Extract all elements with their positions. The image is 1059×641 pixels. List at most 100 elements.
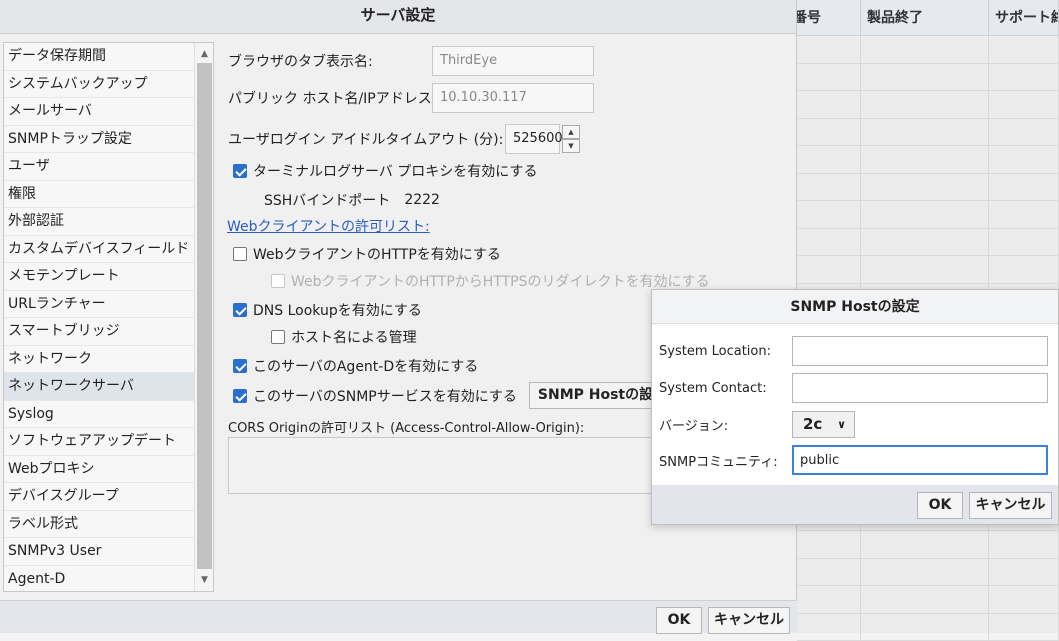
table-cell — [989, 64, 1059, 91]
snmp-cancel-button[interactable]: キャンセル — [969, 492, 1052, 519]
contact-row: System Contact: — [659, 373, 1048, 403]
table-row[interactable] — [797, 614, 1059, 641]
table-cell — [797, 174, 861, 201]
public-host-input[interactable]: 10.10.30.117 — [432, 83, 594, 113]
community-input[interactable]: public — [792, 445, 1048, 475]
snmp-ok-button[interactable]: OK — [917, 492, 963, 519]
snmp-dialog-footer: OK キャンセル — [652, 485, 1058, 524]
sidebar-item[interactable]: ユーザ — [4, 153, 194, 181]
table-cell — [797, 91, 861, 118]
scroll-thumb[interactable] — [197, 63, 212, 569]
table-cell — [861, 201, 989, 228]
sidebar-item[interactable]: 外部認証 — [4, 208, 194, 236]
table-row[interactable] — [797, 559, 1059, 587]
table-cell — [797, 146, 861, 173]
sidebar-item[interactable]: 権限 — [4, 181, 194, 209]
settings-sidebar: データ保存期間システムバックアップメールサーバSNMPトラップ設定ユーザ権限外部… — [3, 42, 214, 592]
web-http-row: WebクライアントのHTTPを有効にする — [233, 244, 501, 264]
sidebar-item[interactable]: Agent-D — [4, 566, 194, 593]
sidebar-item[interactable]: データ保存期間 — [4, 43, 194, 71]
scroll-down-icon[interactable]: ▼ — [195, 571, 214, 589]
table-cell — [989, 229, 1059, 256]
sidebar-item[interactable]: ソフトウェアアップデート — [4, 428, 194, 456]
cancel-button[interactable]: キャンセル — [708, 607, 790, 634]
sidebar-item[interactable]: Webプロキシ — [4, 456, 194, 484]
idle-timeout-stepper[interactable]: ▲ ▼ — [562, 125, 580, 153]
location-input[interactable] — [792, 336, 1048, 366]
sidebar-list: データ保存期間システムバックアップメールサーバSNMPトラップ設定ユーザ権限外部… — [4, 43, 213, 592]
agent-d-row: このサーバのAgent-Dを有効にする — [233, 356, 478, 376]
column-header-support-end[interactable]: サポート終 — [989, 0, 1059, 36]
sidebar-scrollbar[interactable]: ▲ ▼ — [194, 43, 213, 591]
stepper-up-icon[interactable]: ▲ — [562, 125, 580, 139]
table-row[interactable] — [797, 201, 1059, 229]
ssh-port-label: SSHバインドポート — [264, 190, 390, 210]
sidebar-item[interactable]: SNMPv3 User — [4, 538, 194, 566]
tab-name-input[interactable]: ThirdEye — [432, 46, 594, 76]
public-host-label: パブリック ホスト名/IPアドレス: — [228, 88, 432, 108]
table-row[interactable] — [797, 36, 1059, 64]
table-row[interactable] — [797, 64, 1059, 92]
sidebar-item[interactable]: ラベル形式 — [4, 511, 194, 539]
table-cell — [989, 256, 1059, 283]
location-row: System Location: — [659, 336, 1048, 366]
table-cell — [797, 256, 861, 283]
table-cell — [989, 146, 1059, 173]
table-row[interactable] — [797, 229, 1059, 257]
table-cell — [861, 531, 989, 558]
sidebar-item[interactable]: デバイスグループ — [4, 483, 194, 511]
agent-d-checkbox[interactable] — [233, 359, 247, 373]
table-row[interactable] — [797, 531, 1059, 559]
sidebar-item[interactable]: Syslog — [4, 401, 194, 429]
contact-input[interactable] — [792, 373, 1048, 403]
sidebar-item[interactable]: システムバックアップ — [4, 71, 194, 99]
table-cell — [989, 531, 1059, 558]
sidebar-item[interactable]: カスタムデバイスフィールド — [4, 236, 194, 264]
table-row[interactable] — [797, 146, 1059, 174]
version-value: 2c — [803, 415, 822, 433]
table-cell — [861, 614, 989, 641]
terminal-proxy-checkbox[interactable] — [233, 164, 247, 178]
dns-lookup-checkbox[interactable] — [233, 303, 247, 317]
table-cell — [861, 586, 989, 613]
web-redirect-checkbox — [271, 274, 285, 288]
community-row: SNMPコミュニティ: public — [659, 445, 1048, 475]
sidebar-item[interactable]: メモテンプレート — [4, 263, 194, 291]
scroll-up-icon[interactable]: ▲ — [195, 45, 214, 63]
hostname-mgmt-checkbox[interactable] — [271, 330, 285, 344]
snmp-dialog-body: System Location: System Contact: バージョン: … — [652, 325, 1058, 485]
table-cell — [861, 174, 989, 201]
column-header-eol[interactable]: 製品終了 — [861, 0, 989, 36]
table-cell — [989, 559, 1059, 586]
table-cell — [989, 174, 1059, 201]
table-cell — [797, 64, 861, 91]
table-row[interactable] — [797, 586, 1059, 614]
sidebar-item[interactable]: URLランチャー — [4, 291, 194, 319]
snmp-service-checkbox[interactable] — [233, 389, 247, 403]
table-row[interactable] — [797, 256, 1059, 284]
hostname-mgmt-row: ホスト名による管理 — [271, 327, 417, 347]
table-cell — [861, 256, 989, 283]
column-header-number[interactable]: 番号 — [797, 0, 861, 36]
table-cell — [861, 91, 989, 118]
sidebar-item[interactable]: ネットワークサーバ — [4, 373, 194, 401]
location-label: System Location: — [659, 344, 792, 359]
web-http-checkbox[interactable] — [233, 247, 247, 261]
sidebar-item[interactable]: メールサーバ — [4, 98, 194, 126]
table-cell — [989, 119, 1059, 146]
idle-timeout-input[interactable]: 525600 — [505, 124, 560, 154]
table-cell — [861, 64, 989, 91]
sidebar-item[interactable]: スマートブリッジ — [4, 318, 194, 346]
ok-button[interactable]: OK — [656, 607, 702, 634]
stepper-down-icon[interactable]: ▼ — [562, 139, 580, 153]
sidebar-item[interactable]: SNMPトラップ設定 — [4, 126, 194, 154]
table-row[interactable] — [797, 91, 1059, 119]
snmp-service-label: このサーバのSNMPサービスを有効にする — [253, 386, 517, 406]
web-allow-list-link[interactable]: Webクライアントの許可リスト: — [227, 216, 430, 236]
sidebar-item[interactable]: ネットワーク — [4, 346, 194, 374]
table-row[interactable] — [797, 174, 1059, 202]
table-row[interactable] — [797, 119, 1059, 147]
dns-lookup-row: DNS Lookupを有効にする — [233, 300, 422, 320]
snmp-service-row: このサーバのSNMPサービスを有効にする SNMP Hostの設定 — [233, 382, 676, 409]
version-select[interactable]: 2c ∨ — [792, 411, 855, 438]
